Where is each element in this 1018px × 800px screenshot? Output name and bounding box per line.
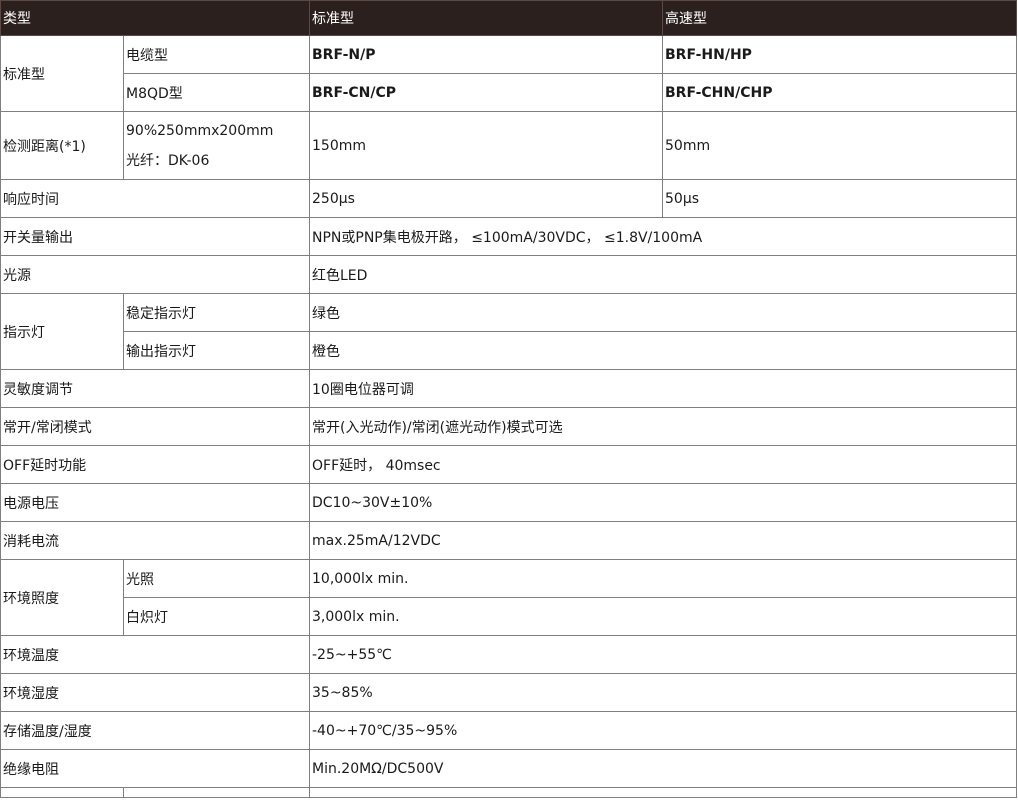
voltage-value: DC10~30V±10% xyxy=(309,483,1017,522)
row-label-off-delay: OFF延时功能 xyxy=(0,445,310,484)
distance-standard-value: 150mm xyxy=(309,111,663,180)
row-label-voltage: 电源电压 xyxy=(0,483,310,522)
mode-value: 常开(入光动作)/常闭(遮光动作)模式可选 xyxy=(309,407,1017,446)
partial-cell xyxy=(0,787,124,798)
row-label-mode: 常开/常闭模式 xyxy=(0,407,310,446)
header-highspeed: 高速型 xyxy=(662,0,1017,36)
table-row: 消耗电流 max.25mA/12VDC xyxy=(0,521,1017,560)
sub-label-stable-indicator: 稳定指示灯 xyxy=(123,293,310,332)
sensitivity-value: 10圈电位器可调 xyxy=(309,369,1017,408)
light-value: 红色LED xyxy=(309,255,1017,294)
cable-highspeed-model: BRF-HN/HP xyxy=(662,35,1017,74)
row-label-insulation: 绝缘电阻 xyxy=(0,749,310,788)
insulation-value: Min.20MΩ/DC500V xyxy=(309,749,1017,788)
row-label-light: 光源 xyxy=(0,255,310,294)
table-header-row: 类型 标准型 高速型 xyxy=(0,0,1017,36)
distance-condition: 90%250mmx200mm 光纤：DK-06 xyxy=(123,111,310,180)
row-label-temperature: 环境温度 xyxy=(0,635,310,674)
sub-label-output-indicator: 输出指示灯 xyxy=(123,331,310,370)
response-standard-value: 250μs xyxy=(309,179,663,218)
row-label-response: 响应时间 xyxy=(0,179,310,218)
table-row: M8QD型 BRF-CN/CP BRF-CHN/CHP xyxy=(1,73,1017,112)
row-label-storage: 存储温度/湿度 xyxy=(0,711,310,750)
sub-label-incandescent: 白炽灯 xyxy=(123,597,310,636)
header-type: 类型 xyxy=(0,0,310,36)
temperature-value: -25~+55℃ xyxy=(309,635,1017,674)
cable-standard-model: BRF-N/P xyxy=(309,35,663,74)
header-standard: 标准型 xyxy=(309,0,663,36)
sub-label-m8qd: M8QD型 xyxy=(123,73,310,112)
table-row: 电源电压 DC10~30V±10% xyxy=(0,483,1017,522)
distance-condition-target: 90%250mmx200mm xyxy=(126,122,274,139)
partial-cell xyxy=(309,787,1017,798)
table-row: 指示灯 稳定指示灯 绿色 xyxy=(0,293,1017,370)
sub-label-sunlight: 光照 xyxy=(123,559,310,598)
current-value: max.25mA/12VDC xyxy=(309,521,1017,560)
row-label-distance: 检测距离(*1) xyxy=(0,111,124,180)
table-row: 绝缘电阻 Min.20MΩ/DC500V xyxy=(0,749,1017,788)
table-row-partial xyxy=(0,787,1017,798)
table-row: 输出指示灯 橙色 xyxy=(1,331,1017,370)
table-row: 检测距离(*1) 90%250mmx200mm 光纤：DK-06 150mm 5… xyxy=(0,111,1017,180)
table-row: 存储温度/湿度 -40~+70℃/35~95% xyxy=(0,711,1017,750)
table-row: 标准型 电缆型 BRF-N/P BRF-HN/HP xyxy=(0,35,1017,112)
table-row: 开关量输出 NPN或PNP集电极开路， ≤100mA/30VDC， ≤1.8V/… xyxy=(0,217,1017,256)
response-highspeed-value: 50μs xyxy=(662,179,1017,218)
table-row: 白炽灯 3,000lx min. xyxy=(1,597,1017,636)
table-row: 环境湿度 35~85% xyxy=(0,673,1017,712)
distance-condition-fiber: 光纤：DK-06 xyxy=(126,152,210,169)
humidity-value: 35~85% xyxy=(309,673,1017,712)
spec-table: 类型 标准型 高速型 标准型 电缆型 BRF-N/P BRF-HN/HP M8Q… xyxy=(0,0,1017,798)
incandescent-value: 3,000lx min. xyxy=(309,597,1017,636)
output-value: NPN或PNP集电极开路， ≤100mA/30VDC， ≤1.8V/100mA xyxy=(309,217,1017,256)
table-row: 光源 红色LED xyxy=(0,255,1017,294)
row-label-illuminance: 环境照度 xyxy=(0,559,124,636)
row-label-indicator: 指示灯 xyxy=(0,293,124,370)
table-row: 环境照度 光照 10,000lx min. xyxy=(0,559,1017,636)
row-label-sensitivity: 灵敏度调节 xyxy=(0,369,310,408)
table-row: 灵敏度调节 10圈电位器可调 xyxy=(0,369,1017,408)
storage-value: -40~+70℃/35~95% xyxy=(309,711,1017,750)
row-label-standard-type: 标准型 xyxy=(0,35,124,112)
off-delay-value: OFF延时， 40msec xyxy=(309,445,1017,484)
table-row: 常开/常闭模式 常开(入光动作)/常闭(遮光动作)模式可选 xyxy=(0,407,1017,446)
distance-highspeed-value: 50mm xyxy=(662,111,1017,180)
sub-label-cable: 电缆型 xyxy=(123,35,310,74)
output-indicator-value: 橙色 xyxy=(309,331,1017,370)
row-label-current: 消耗电流 xyxy=(0,521,310,560)
sunlight-value: 10,000lx min. xyxy=(309,559,1017,598)
table-row: 环境温度 -25~+55℃ xyxy=(0,635,1017,674)
table-row: OFF延时功能 OFF延时， 40msec xyxy=(0,445,1017,484)
partial-cell xyxy=(123,787,310,798)
stable-indicator-value: 绿色 xyxy=(309,293,1017,332)
m8qd-highspeed-model: BRF-CHN/CHP xyxy=(662,73,1017,112)
table-row: 响应时间 250μs 50μs xyxy=(0,179,1017,218)
m8qd-standard-model: BRF-CN/CP xyxy=(309,73,663,112)
row-label-output: 开关量输出 xyxy=(0,217,310,256)
row-label-humidity: 环境湿度 xyxy=(0,673,310,712)
